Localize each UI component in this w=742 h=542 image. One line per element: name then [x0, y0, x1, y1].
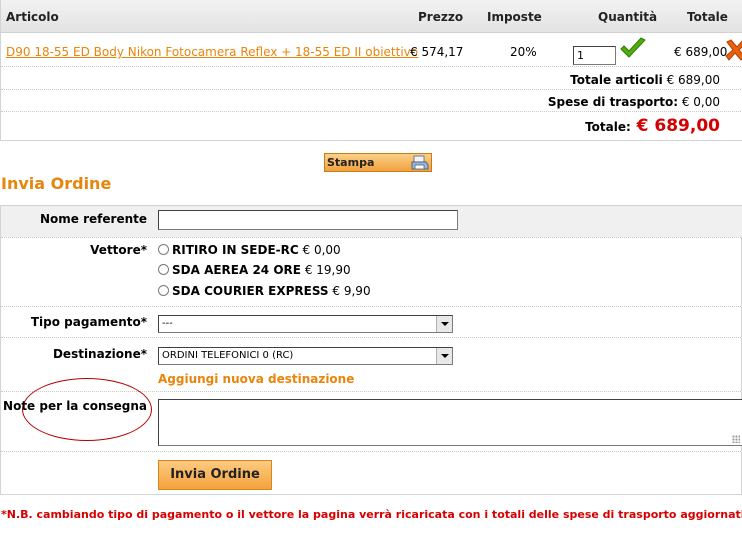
add-destination-link[interactable]: Aggiungi nuova destinazione	[158, 372, 354, 386]
shipping-total: Spese di trasporto: € 0,00	[548, 95, 720, 109]
header-total: Totale	[687, 10, 728, 24]
row-divider	[1, 306, 742, 307]
product-total: € 689,00	[674, 45, 728, 59]
quantity-input[interactable]	[573, 46, 616, 65]
delete-x-icon[interactable]	[725, 38, 742, 62]
notes-textarea[interactable]	[158, 399, 742, 446]
grand-total-value: € 689,00	[636, 116, 720, 136]
shipping-value: € 0,00	[681, 95, 720, 109]
radio-button[interactable]	[158, 264, 169, 275]
grand-total: Totale: € 689,00	[585, 116, 720, 136]
destination-label: Destinazione*	[52, 347, 147, 361]
carrier-name: SDA COURIER EXPRESS	[172, 284, 329, 298]
carrier-label: Vettore*	[90, 243, 147, 257]
footnote: *N.B. cambiando tipo di pagamento o il v…	[1, 508, 742, 521]
grand-total-label: Totale:	[585, 120, 631, 134]
articles-total-label: Totale articoli	[570, 73, 663, 87]
carrier-option-air[interactable]: SDA AEREA 24 ORE € 19,90	[158, 263, 351, 277]
print-button[interactable]: Stampa	[324, 153, 432, 172]
carrier-option-pickup[interactable]: RITIRO IN SEDE-RC € 0,00	[158, 243, 341, 257]
carrier-price: € 0,00	[302, 243, 341, 257]
reference-input[interactable]	[158, 210, 458, 230]
notes-label: Note per la consegna	[3, 399, 147, 413]
cart-header: Articolo Prezzo Imposte Quantità Totale	[1, 0, 742, 33]
header-quantity: Quantità	[598, 10, 658, 24]
cart-table: Articolo Prezzo Imposte Quantità Totale …	[0, 0, 742, 141]
header-article: Articolo	[6, 10, 59, 24]
chevron-down-icon[interactable]	[436, 316, 452, 332]
articles-total: Totale articoli € 689,00	[570, 73, 720, 87]
destination-select[interactable]: ORDINI TELEFONICI 0 (RC)	[158, 347, 453, 365]
row-divider	[1, 66, 742, 67]
row-divider	[1, 89, 742, 90]
product-link[interactable]: D90 18-55 ED Body Nikon Fotocamera Refle…	[6, 45, 418, 59]
shipping-label: Spese di trasporto:	[547, 95, 678, 109]
row-divider	[1, 451, 742, 452]
payment-select-value: ---	[162, 318, 173, 329]
form-title: Invia Ordine	[1, 174, 112, 193]
carrier-price: € 9,90	[332, 284, 371, 298]
row-divider	[1, 111, 742, 112]
header-taxes: Imposte	[487, 10, 542, 24]
submit-order-button[interactable]: Invia Ordine	[158, 460, 272, 490]
row-divider	[1, 337, 742, 338]
product-price: € 574,17	[410, 45, 464, 59]
carrier-name: RITIRO IN SEDE-RC	[172, 243, 299, 257]
destination-select-value: ORDINI TELEFONICI 0 (RC)	[162, 350, 294, 361]
resize-grip-icon[interactable]	[732, 435, 740, 443]
row-divider	[1, 237, 742, 238]
print-button-label: Stampa	[327, 156, 375, 169]
radio-button[interactable]	[158, 244, 169, 255]
product-tax: 20%	[510, 45, 537, 59]
printer-icon	[411, 155, 429, 170]
chevron-down-icon[interactable]	[436, 348, 452, 364]
checkmark-icon[interactable]	[619, 37, 647, 61]
carrier-price: € 19,90	[304, 263, 351, 277]
payment-select[interactable]: ---	[158, 315, 453, 333]
header-price: Prezzo	[418, 10, 464, 24]
payment-label: Tipo pagamento*	[30, 315, 147, 329]
reference-label: Nome referente	[40, 212, 147, 226]
radio-button[interactable]	[158, 285, 169, 296]
carrier-option-courier[interactable]: SDA COURIER EXPRESS € 9,90	[158, 284, 371, 298]
articles-total-value: € 689,00	[666, 73, 720, 87]
carrier-name: SDA AEREA 24 ORE	[172, 263, 301, 277]
